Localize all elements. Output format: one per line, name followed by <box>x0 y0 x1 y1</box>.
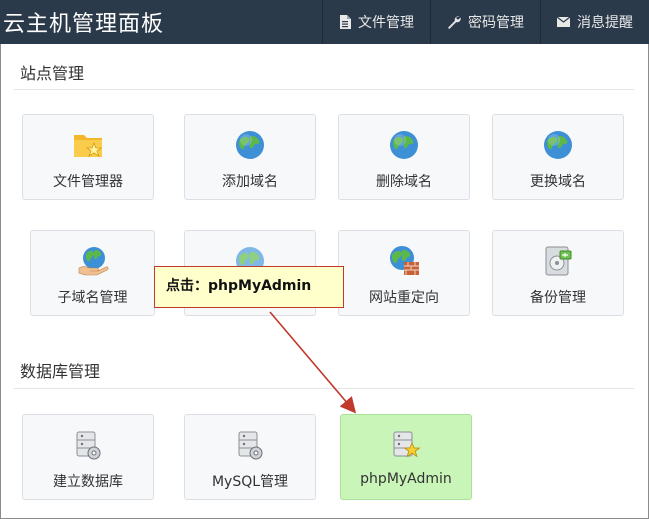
annotation-callout: 点击：phpMyAdmin <box>154 266 344 308</box>
annotation-arrow <box>269 311 357 414</box>
